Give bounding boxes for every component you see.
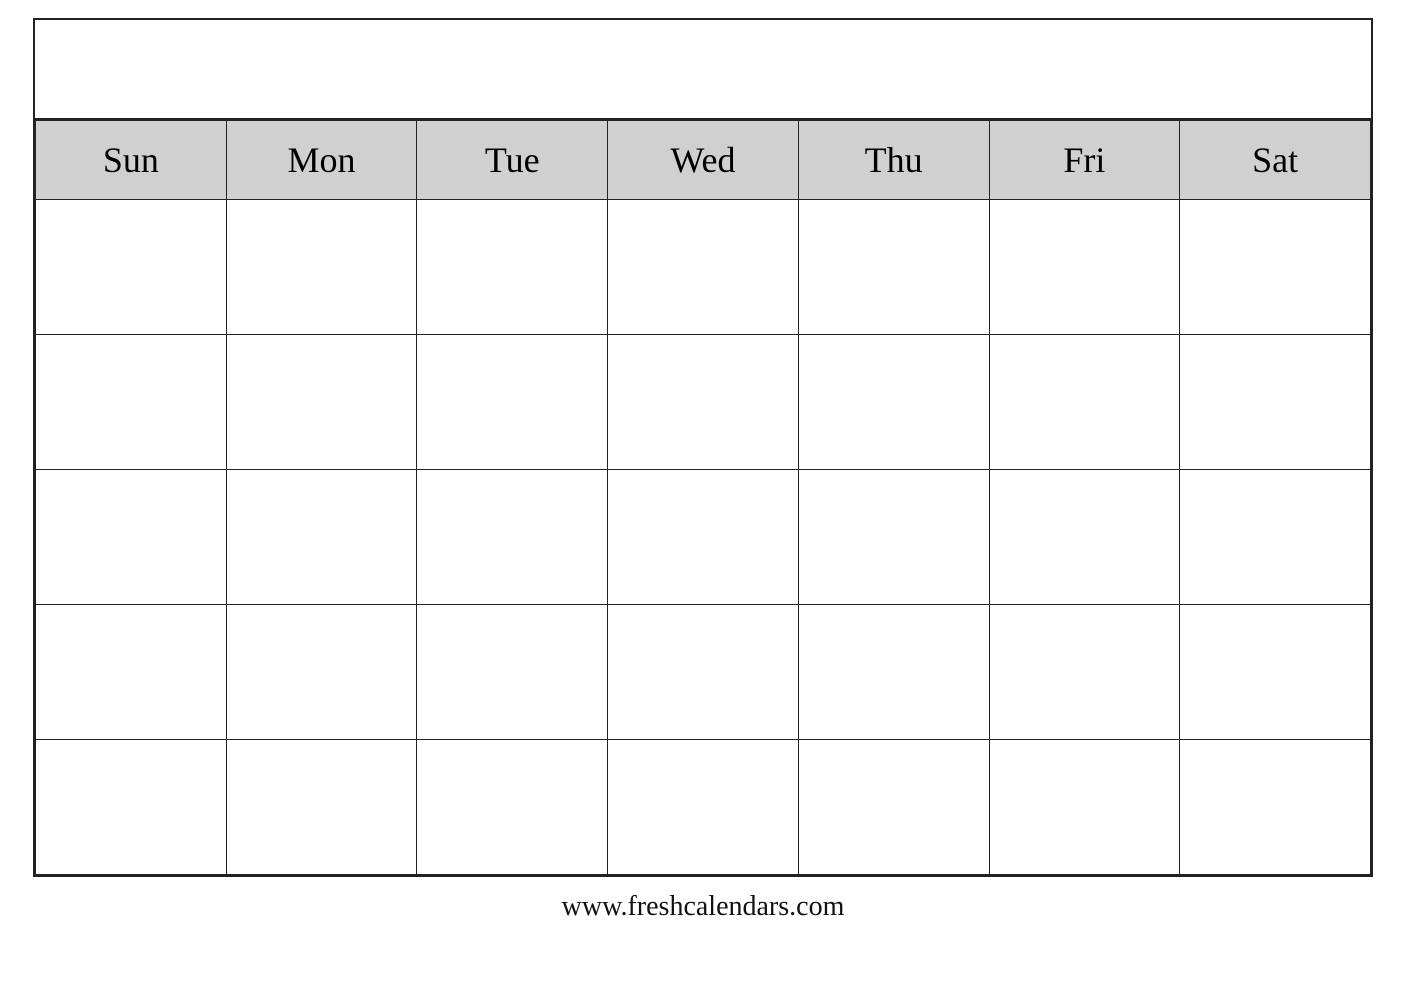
day-header-wed: Wed: [608, 121, 799, 200]
cell-5-4[interactable]: [608, 740, 799, 875]
cell-4-5[interactable]: [798, 605, 989, 740]
cell-2-4[interactable]: [608, 335, 799, 470]
cell-3-1[interactable]: [36, 470, 227, 605]
cell-4-1[interactable]: [36, 605, 227, 740]
calendar-header-row: Sun Mon Tue Wed Thu Fri Sat: [36, 121, 1371, 200]
day-header-sat: Sat: [1180, 121, 1371, 200]
cell-4-7[interactable]: [1180, 605, 1371, 740]
cell-1-5[interactable]: [798, 200, 989, 335]
cell-2-2[interactable]: [226, 335, 417, 470]
cell-5-3[interactable]: [417, 740, 608, 875]
day-header-fri: Fri: [989, 121, 1180, 200]
day-header-mon: Mon: [226, 121, 417, 200]
cell-1-7[interactable]: [1180, 200, 1371, 335]
calendar-grid: Sun Mon Tue Wed Thu Fri Sat: [35, 120, 1371, 875]
cell-3-2[interactable]: [226, 470, 417, 605]
cell-1-6[interactable]: [989, 200, 1180, 335]
cell-1-4[interactable]: [608, 200, 799, 335]
calendar-row-1: [36, 200, 1371, 335]
cell-5-7[interactable]: [1180, 740, 1371, 875]
cell-4-2[interactable]: [226, 605, 417, 740]
calendar-row-2: [36, 335, 1371, 470]
cell-3-3[interactable]: [417, 470, 608, 605]
calendar-title-area: [35, 20, 1371, 120]
cell-1-2[interactable]: [226, 200, 417, 335]
cell-2-6[interactable]: [989, 335, 1180, 470]
cell-3-7[interactable]: [1180, 470, 1371, 605]
cell-1-3[interactable]: [417, 200, 608, 335]
cell-5-6[interactable]: [989, 740, 1180, 875]
cell-2-5[interactable]: [798, 335, 989, 470]
day-header-thu: Thu: [798, 121, 989, 200]
calendar-container: Sun Mon Tue Wed Thu Fri Sat: [33, 18, 1373, 877]
day-header-tue: Tue: [417, 121, 608, 200]
cell-4-4[interactable]: [608, 605, 799, 740]
cell-5-2[interactable]: [226, 740, 417, 875]
cell-2-7[interactable]: [1180, 335, 1371, 470]
cell-3-6[interactable]: [989, 470, 1180, 605]
cell-5-5[interactable]: [798, 740, 989, 875]
cell-2-3[interactable]: [417, 335, 608, 470]
cell-4-6[interactable]: [989, 605, 1180, 740]
calendar-row-3: [36, 470, 1371, 605]
calendar-row-5: [36, 740, 1371, 875]
cell-4-3[interactable]: [417, 605, 608, 740]
cell-5-1[interactable]: [36, 740, 227, 875]
cell-1-1[interactable]: [36, 200, 227, 335]
cell-3-5[interactable]: [798, 470, 989, 605]
calendar-row-4: [36, 605, 1371, 740]
cell-2-1[interactable]: [36, 335, 227, 470]
day-header-sun: Sun: [36, 121, 227, 200]
cell-3-4[interactable]: [608, 470, 799, 605]
footer-url: www.freshcalendars.com: [0, 877, 1406, 929]
